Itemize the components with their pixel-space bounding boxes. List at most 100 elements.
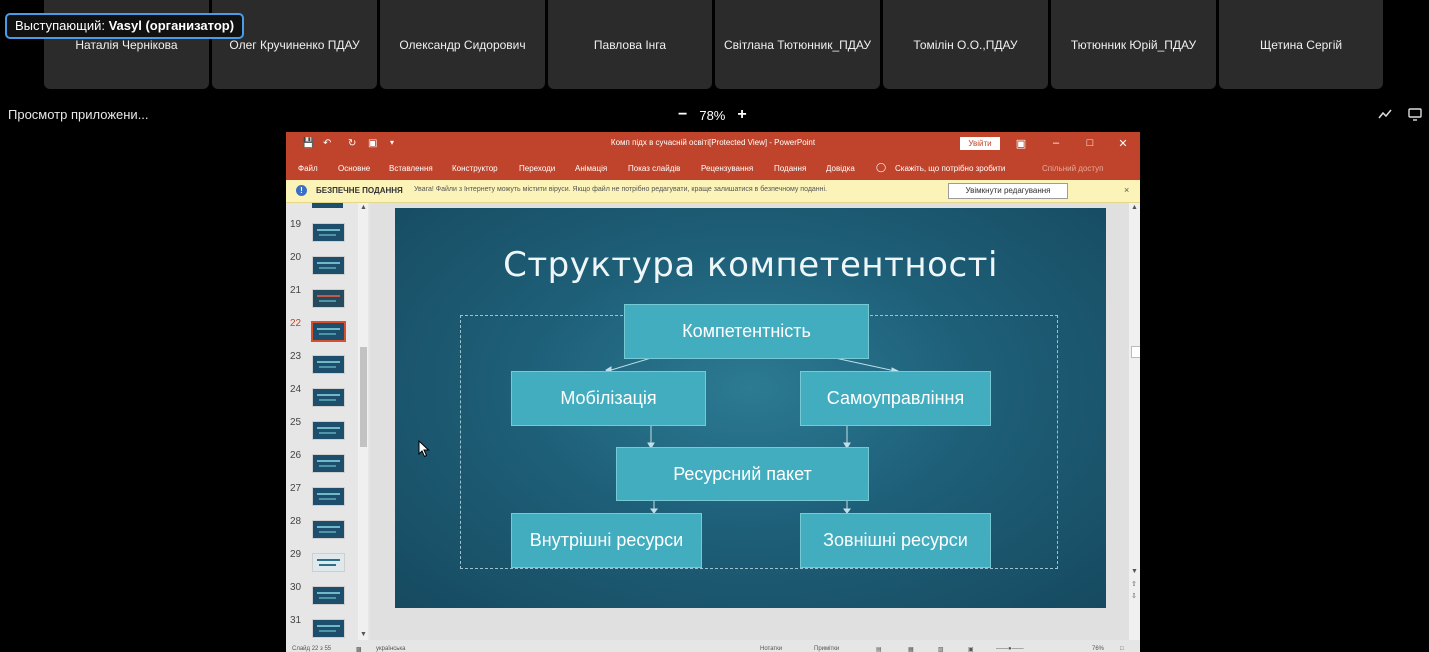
participant-name: Олександр Сидорович bbox=[399, 37, 526, 52]
tab-animations[interactable]: Анімація bbox=[575, 164, 607, 173]
slide-thumbnail bbox=[312, 388, 345, 407]
enable-editing-button[interactable]: Увімкнути редагування bbox=[948, 183, 1068, 199]
tab-home[interactable]: Основне bbox=[338, 164, 370, 173]
thumbnails-scrollbar[interactable] bbox=[358, 203, 368, 640]
participant-name: Олег Кручиненко ПДАУ bbox=[229, 37, 360, 52]
slide-number: 28 bbox=[290, 516, 302, 527]
slide-thumbnail bbox=[312, 223, 345, 242]
slide-sorter-icon[interactable]: ▦ bbox=[908, 646, 914, 652]
slide-thumbnail bbox=[312, 421, 345, 440]
share-button[interactable]: Спільний доступ bbox=[1042, 164, 1104, 173]
participant-tile[interactable]: Світлана Тютюнник_ПДАУ bbox=[715, 0, 880, 89]
slide-thumbnail bbox=[311, 321, 346, 342]
slide-thumbnail bbox=[312, 355, 345, 374]
fit-slide-icon[interactable]: □ bbox=[1120, 646, 1124, 652]
zoom-value: 78% bbox=[699, 107, 726, 123]
slide-thumbnail bbox=[312, 586, 345, 605]
spellcheck-icon[interactable]: ▩ bbox=[356, 646, 362, 652]
previous-slide-icon[interactable]: ⇧ bbox=[1131, 580, 1137, 588]
notes-button[interactable]: Нотатки bbox=[760, 646, 782, 652]
close-bar-icon[interactable]: × bbox=[1124, 185, 1129, 195]
resource-package-box: Ресурсний пакет bbox=[616, 447, 869, 501]
scroll-up-icon[interactable]: ▲ bbox=[1131, 204, 1138, 211]
protected-view-label: БЕЗПЕЧНЕ ПОДАННЯ bbox=[316, 186, 403, 195]
window-title: Комп підх в сучасній освіті[Protected Vi… bbox=[610, 138, 816, 147]
slide-number: 20 bbox=[290, 252, 302, 263]
protected-view-bar: ! БЕЗПЕЧНЕ ПОДАННЯ Увага! Файли з Інтерн… bbox=[286, 180, 1140, 203]
scroll-up-icon[interactable]: ▲ bbox=[360, 204, 367, 211]
slide-thumbnail bbox=[312, 454, 345, 473]
tab-help[interactable]: Довідка bbox=[826, 164, 855, 173]
maximize-button[interactable]: □ bbox=[1083, 137, 1097, 149]
ribbon-display-icon[interactable]: ▣ bbox=[1014, 137, 1028, 150]
status-zoom-value[interactable]: 76% bbox=[1092, 646, 1104, 652]
scroll-down-icon[interactable]: ▼ bbox=[360, 631, 367, 638]
annotate-icon[interactable] bbox=[1376, 106, 1394, 124]
slide-number: 22 bbox=[290, 318, 302, 329]
slide-number: 30 bbox=[290, 582, 302, 593]
participant-tile[interactable]: Тютюнник Юрій_ПДАУ bbox=[1051, 0, 1216, 89]
slideshow-view-icon[interactable]: ▣ bbox=[968, 646, 974, 652]
scrollbar-thumb[interactable] bbox=[360, 347, 367, 447]
slide-thumbnail bbox=[312, 487, 345, 506]
self-management-box: Самоуправління bbox=[800, 371, 991, 426]
tab-file[interactable]: Файл bbox=[298, 164, 318, 173]
scrollbar-thumb[interactable] bbox=[1131, 346, 1140, 358]
tab-view[interactable]: Подання bbox=[774, 164, 806, 173]
internal-resources-box: Внутрішні ресурси bbox=[511, 513, 702, 568]
ribbon-tabs: Файл Основне Вставлення Конструктор Пере… bbox=[286, 156, 1140, 180]
shield-icon: ! bbox=[296, 185, 307, 196]
status-bar: Слайд 22 з 55 ▩ українська Нотатки Примі… bbox=[286, 642, 1140, 652]
slide-number: 21 bbox=[290, 285, 302, 296]
tab-design[interactable]: Конструктор bbox=[452, 164, 498, 173]
tab-transitions[interactable]: Переходи bbox=[519, 164, 555, 173]
slide-number: 29 bbox=[290, 549, 302, 560]
tell-me-search[interactable]: Скажіть, що потрібно зробити bbox=[895, 164, 1005, 173]
normal-view-icon[interactable]: ▤ bbox=[876, 646, 882, 652]
tab-review[interactable]: Рецензування bbox=[701, 164, 753, 173]
next-slide-icon[interactable]: ⇩ bbox=[1131, 592, 1137, 600]
slide-number: 27 bbox=[290, 483, 302, 494]
slide-counter: Слайд 22 з 55 bbox=[292, 646, 332, 652]
participant-name: Світлана Тютюнник_ПДАУ bbox=[723, 37, 872, 52]
tab-slideshow[interactable]: Показ слайдів bbox=[628, 164, 680, 173]
slide-number: 23 bbox=[290, 351, 302, 362]
slide-number: 26 bbox=[290, 450, 302, 461]
tab-insert[interactable]: Вставлення bbox=[389, 164, 433, 173]
current-slide[interactable]: Структура компетентності Компетентність … bbox=[395, 208, 1106, 608]
title-bar: 💾 ↶ ↻ ▣ ▾ Комп підх в сучасній освіті[Pr… bbox=[286, 132, 1140, 156]
participant-tile[interactable]: Павлова Інга bbox=[548, 0, 712, 89]
participant-tile[interactable]: Олександр Сидорович bbox=[380, 0, 545, 89]
participant-tile[interactable]: Щетина Сергій bbox=[1219, 0, 1383, 89]
participant-name: Томілін О.О.,ПДАУ bbox=[913, 37, 1018, 52]
slide-thumbnail bbox=[312, 619, 345, 638]
slide-thumbnail bbox=[312, 289, 345, 308]
zoom-control: − 78% + bbox=[678, 106, 747, 124]
share-screen-icon[interactable] bbox=[1406, 106, 1424, 124]
participant-name: Тютюнник Юрій_ПДАУ bbox=[1070, 37, 1197, 52]
login-button[interactable]: Увійти bbox=[960, 137, 1000, 150]
scroll-down-icon[interactable]: ▼ bbox=[1131, 568, 1138, 575]
speaker-label: Выступающий: bbox=[15, 18, 109, 33]
close-button[interactable]: ✕ bbox=[1116, 137, 1130, 150]
slide-number: 24 bbox=[290, 384, 302, 395]
language-indicator[interactable]: українська bbox=[376, 646, 406, 652]
slide-thumbnail bbox=[312, 520, 345, 539]
zoom-in-button[interactable]: + bbox=[737, 106, 746, 124]
participant-tile[interactable]: Томілін О.О.,ПДАУ bbox=[883, 0, 1048, 89]
comments-button[interactable]: Примітки bbox=[814, 646, 839, 652]
minimize-button[interactable]: – bbox=[1049, 137, 1063, 149]
slide-thumbnail bbox=[312, 256, 345, 275]
slide-number: 31 bbox=[290, 615, 302, 626]
diagram-connectors bbox=[605, 357, 900, 514]
participant-name: Щетина Сергій bbox=[1259, 37, 1343, 52]
mobilization-box: Мобілізація bbox=[511, 371, 706, 426]
zoom-out-button[interactable]: − bbox=[678, 106, 687, 124]
speaker-name: Vasyl (организатор) bbox=[108, 18, 235, 33]
external-resources-box: Зовнішні ресурси bbox=[800, 513, 991, 568]
slide-thumbnail bbox=[312, 553, 345, 572]
reading-view-icon[interactable]: ▧ bbox=[938, 646, 944, 652]
participant-name: Павлова Інга bbox=[593, 37, 667, 52]
speaker-indicator: Выступающий: Vasyl (организатор) bbox=[5, 13, 245, 39]
zoom-slider[interactable]: ——●—— bbox=[996, 646, 1024, 652]
